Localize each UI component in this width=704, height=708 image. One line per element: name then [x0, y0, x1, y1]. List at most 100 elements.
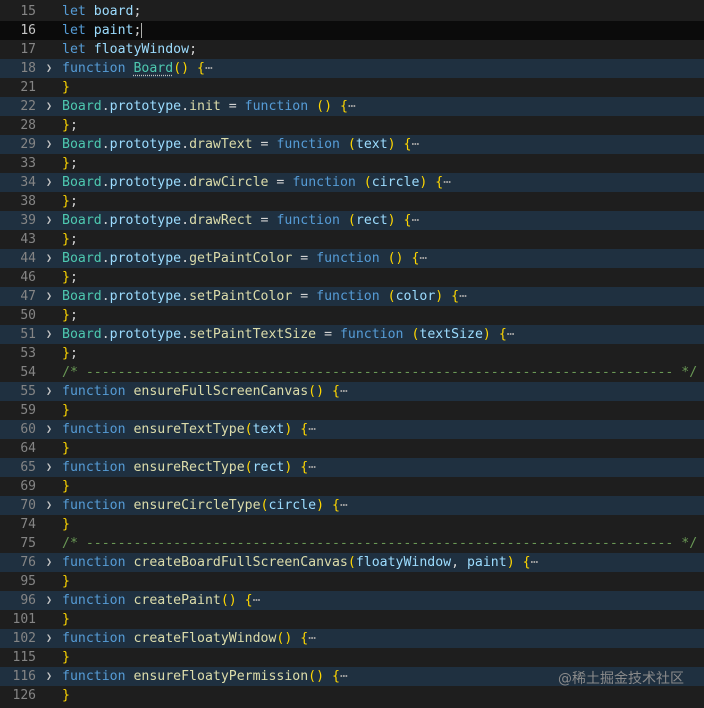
folded-ellipsis[interactable]: ⋯ — [412, 137, 420, 152]
code-token: function — [62, 593, 126, 608]
code-line[interactable]: 65 ❯ function ensureRectType(rect) {⋯ — [0, 458, 704, 477]
folded-ellipsis[interactable]: ⋯ — [340, 384, 348, 399]
chevron-right-icon[interactable]: ❯ — [46, 249, 56, 268]
code-token: ( — [363, 175, 372, 190]
code-token: function — [62, 669, 126, 684]
code-token: } — [62, 517, 70, 532]
code-token: ; — [69, 194, 78, 209]
code-line[interactable]: 22 ❯ Board.prototype.init = function () {⋯ — [0, 97, 704, 116]
code-line[interactable]: 18 ❯ function Board() {⋯ — [0, 59, 704, 78]
code-token: } — [62, 688, 70, 703]
code-token: { — [244, 593, 253, 608]
code-line[interactable]: 64} — [0, 439, 704, 458]
chevron-right-icon[interactable]: ❯ — [46, 591, 56, 610]
code-line[interactable]: 34 ❯ Board.prototype.drawCircle = function… — [0, 173, 704, 192]
code-line[interactable]: 53}; — [0, 344, 704, 363]
code-line[interactable]: 126} — [0, 686, 704, 705]
code-token: textSize — [419, 327, 483, 342]
code-token: Board — [133, 61, 174, 76]
line-number: 18 — [20, 61, 36, 76]
chevron-right-icon[interactable]: ❯ — [46, 553, 56, 572]
folded-ellipsis[interactable]: ⋯ — [253, 593, 261, 608]
code-token: ) — [506, 555, 515, 570]
code-token: () — [220, 593, 237, 608]
code-line[interactable]: 59} — [0, 401, 704, 420]
code-text: }; — [62, 268, 78, 287]
folded-ellipsis[interactable]: ⋯ — [308, 631, 316, 646]
code-line[interactable]: 47 ❯ Board.prototype.setPaintColor = funct… — [0, 287, 704, 306]
chevron-right-icon[interactable]: ❯ — [46, 382, 56, 401]
code-text: let board; — [62, 2, 141, 21]
folded-ellipsis[interactable]: ⋯ — [443, 175, 451, 190]
code-line[interactable]: 46}; — [0, 268, 704, 287]
code-line[interactable]: 70 ❯ function ensureCircleType(circle) {⋯ — [0, 496, 704, 515]
code-line[interactable]: 115} — [0, 648, 704, 667]
code-token: let — [62, 23, 86, 38]
code-line[interactable]: 15 let board; — [0, 2, 704, 21]
code-token: { — [403, 213, 412, 228]
folded-ellipsis[interactable]: ⋯ — [419, 251, 427, 266]
code-token: init — [189, 99, 221, 114]
code-line[interactable]: 96 ❯ function createPaint() {⋯ — [0, 591, 704, 610]
chevron-right-icon[interactable]: ❯ — [46, 173, 56, 192]
code-line[interactable]: 39 ❯ Board.prototype.drawRect = function (… — [0, 211, 704, 230]
code-line[interactable]: 28}; — [0, 116, 704, 135]
code-line[interactable]: 51 ❯ Board.prototype.setPaintTextSize = fu… — [0, 325, 704, 344]
code-line[interactable]: 50}; — [0, 306, 704, 325]
code-editor[interactable]: 15 let board; 16 let paint; 17 let floatyWind… — [0, 0, 704, 708]
code-line[interactable]: 76 ❯ function createBoardFullScreenCanvas(… — [0, 553, 704, 572]
code-line[interactable]: 17 let floatyWindow; — [0, 40, 704, 59]
code-token: } — [62, 650, 70, 665]
code-line[interactable]: 44 ❯ Board.prototype.getPaintColor = funct… — [0, 249, 704, 268]
chevron-right-icon[interactable]: ❯ — [46, 135, 56, 154]
folded-ellipsis[interactable]: ⋯ — [531, 555, 539, 570]
code-line[interactable]: 43}; — [0, 230, 704, 249]
code-line[interactable]: 16 let paint; — [0, 21, 704, 40]
code-line[interactable]: 95} — [0, 572, 704, 591]
code-line[interactable]: 33}; — [0, 154, 704, 173]
folded-ellipsis[interactable]: ⋯ — [340, 498, 348, 513]
chevron-right-icon[interactable]: ❯ — [46, 496, 56, 515]
line-number: 34 — [20, 175, 36, 190]
chevron-right-icon[interactable]: ❯ — [46, 97, 56, 116]
code-line[interactable]: 69} — [0, 477, 704, 496]
chevron-right-icon[interactable]: ❯ — [46, 211, 56, 230]
code-line[interactable]: 102 ❯ function createFloatyWindow() {⋯ — [0, 629, 704, 648]
chevron-right-icon[interactable]: ❯ — [46, 667, 56, 686]
folded-ellipsis[interactable]: ⋯ — [459, 289, 467, 304]
code-line[interactable]: 101} — [0, 610, 704, 629]
folded-ellipsis[interactable]: ⋯ — [412, 213, 420, 228]
code-token: function — [316, 289, 380, 304]
code-text: Board.prototype.setPaintColor = function… — [62, 287, 467, 306]
chevron-right-icon[interactable]: ❯ — [46, 458, 56, 477]
code-line[interactable]: 60 ❯ function ensureTextType(text) {⋯ — [0, 420, 704, 439]
folded-ellipsis[interactable]: ⋯ — [340, 669, 348, 684]
folded-ellipsis[interactable]: ⋯ — [507, 327, 515, 342]
code-line[interactable]: 54 /* -----------------------------------… — [0, 363, 704, 382]
code-token: } — [62, 308, 70, 323]
code-token: Board — [62, 289, 102, 304]
chevron-right-icon[interactable]: ❯ — [46, 420, 56, 439]
folded-ellipsis[interactable]: ⋯ — [205, 61, 213, 76]
code-token: = — [220, 99, 245, 114]
code-line[interactable]: 74} — [0, 515, 704, 534]
chevron-right-icon[interactable]: ❯ — [46, 59, 56, 78]
code-line[interactable]: 21} — [0, 78, 704, 97]
code-line[interactable]: 38}; — [0, 192, 704, 211]
code-text: Board.prototype.setPaintTextSize = funct… — [62, 325, 515, 344]
folded-ellipsis[interactable]: ⋯ — [308, 460, 316, 475]
chevron-right-icon[interactable]: ❯ — [46, 629, 56, 648]
code-text: } — [62, 477, 70, 496]
code-token: ensureFullScreenCanvas — [133, 384, 309, 399]
folded-ellipsis[interactable]: ⋯ — [348, 99, 356, 114]
folded-ellipsis[interactable]: ⋯ — [308, 422, 316, 437]
code-line[interactable]: 29 ❯ Board.prototype.drawText = function (… — [0, 135, 704, 154]
code-line[interactable]: 75 /* -----------------------------------… — [0, 534, 704, 553]
code-token: () — [308, 669, 325, 684]
code-token: = — [292, 289, 317, 304]
chevron-right-icon[interactable]: ❯ — [46, 287, 56, 306]
code-line[interactable]: 55 ❯ function ensureFullScreenCanvas() {⋯ — [0, 382, 704, 401]
chevron-right-icon[interactable]: ❯ — [46, 325, 56, 344]
